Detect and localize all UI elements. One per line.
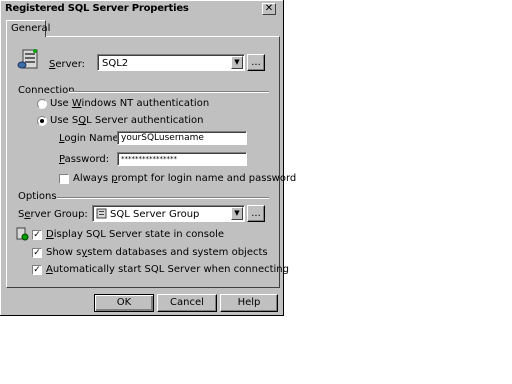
- password-input[interactable]: ****************: [117, 152, 247, 166]
- auto-start-checkbox[interactable]: ✓: [32, 265, 42, 275]
- sql-auth-radio[interactable]: [37, 116, 47, 126]
- login-name-input[interactable]: yourSQLusername: [117, 131, 247, 145]
- show-system-objects-label[interactable]: Show system databases and system objects: [46, 247, 268, 258]
- server-value: SQL2: [102, 58, 129, 69]
- server-browse-button[interactable]: ...: [247, 54, 265, 71]
- window-title: Registered SQL Server Properties: [5, 3, 189, 14]
- server-group-label: Server Group:: [18, 209, 88, 220]
- nt-auth-label[interactable]: Use Windows NT authentication: [50, 98, 209, 109]
- server-state-icon: [16, 227, 29, 241]
- always-prompt-checkbox[interactable]: [59, 174, 69, 184]
- show-system-objects-checkbox[interactable]: ✓: [32, 248, 42, 258]
- close-button[interactable]: ✕: [262, 3, 276, 15]
- server-combo[interactable]: SQL2 ▼: [97, 54, 245, 71]
- chevron-down-icon[interactable]: ▼: [231, 56, 243, 69]
- password-label: Password:: [59, 154, 110, 165]
- nt-auth-radio[interactable]: [37, 99, 47, 109]
- sql-auth-radio-dot: [40, 119, 44, 123]
- connection-divider: [69, 91, 269, 93]
- help-button[interactable]: Help: [220, 294, 278, 312]
- server-group-browse-button[interactable]: ...: [247, 205, 265, 222]
- server-group-icon: [96, 208, 107, 219]
- options-divider: [57, 197, 269, 199]
- server-group-value: SQL Server Group: [110, 209, 200, 220]
- general-panel: Server: SQL2 ▼ ... Connection Use Window…: [6, 36, 296, 288]
- display-state-checkbox[interactable]: ✓: [32, 230, 42, 240]
- display-state-label[interactable]: Display SQL Server state in console: [46, 229, 224, 240]
- tab-general-label: General: [11, 23, 51, 34]
- always-prompt-label[interactable]: Always prompt for login name and passwor…: [73, 173, 296, 184]
- chevron-down-icon[interactable]: ▼: [231, 207, 243, 220]
- ok-button[interactable]: OK: [94, 294, 154, 312]
- properties-dialog: Registered SQL Server Properties ✕ Gener…: [0, 0, 296, 316]
- login-name-label: Login Name:: [59, 133, 123, 144]
- close-icon: ✕: [264, 3, 274, 14]
- auto-start-label[interactable]: Automatically start SQL Server when conn…: [46, 264, 289, 275]
- server-group-combo[interactable]: SQL Server Group ▼: [92, 205, 245, 222]
- sql-auth-label[interactable]: Use SQL Server authentication: [50, 115, 204, 126]
- server-icon: [17, 49, 38, 69]
- options-heading: Options: [18, 191, 57, 202]
- title-bar[interactable]: Registered SQL Server Properties ✕: [2, 2, 280, 17]
- server-label: Server:: [49, 59, 85, 70]
- connection-heading: Connection: [18, 85, 75, 96]
- cancel-button[interactable]: Cancel: [157, 294, 217, 312]
- tab-general[interactable]: General: [6, 20, 50, 37]
